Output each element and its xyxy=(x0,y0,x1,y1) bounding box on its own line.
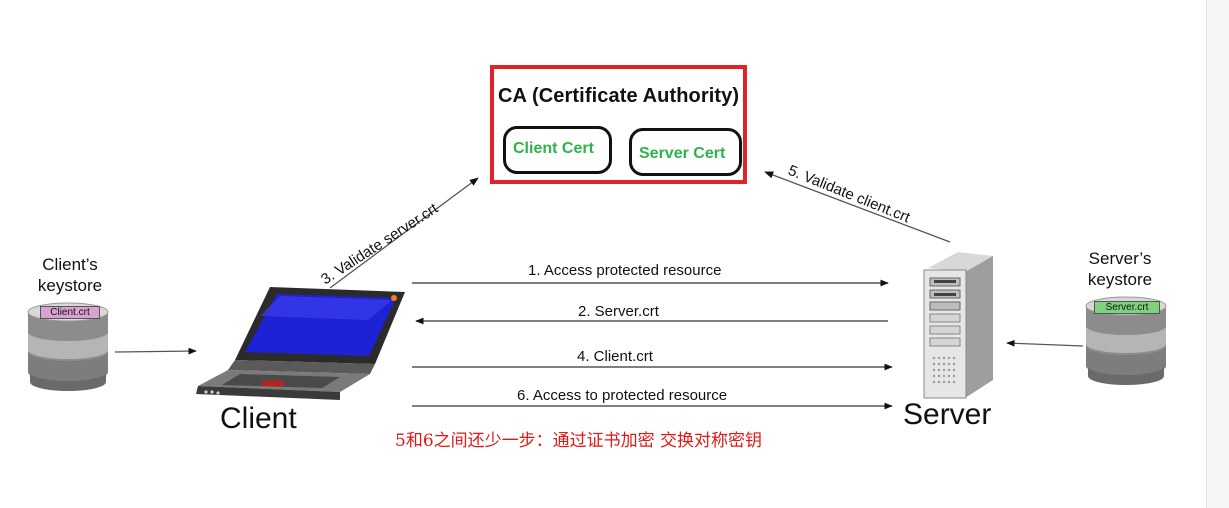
server-tower-icon xyxy=(923,252,993,399)
server-cert-box: Server Cert xyxy=(629,128,742,176)
server-cert-label: Server Cert xyxy=(639,145,726,162)
mtls-diagram: CA (Certificate Authority) Client Cert S… xyxy=(0,0,1229,508)
missing-step-note: 5和6之间还少一步：通过证书加密 交换对称密钥 xyxy=(395,431,763,451)
server-keystore-title: Server’s keystore xyxy=(1080,248,1160,290)
server-label: Server xyxy=(903,398,992,431)
client-keystore-title-line1: Client’s xyxy=(42,255,98,274)
client-keystore-title-line2: keystore xyxy=(37,276,103,295)
client-keystore-tag: Client.crt xyxy=(40,306,100,319)
arrow-server-keystore xyxy=(1006,339,1084,347)
step-6-label: 6. Access to protected resource xyxy=(517,387,728,404)
laptop-icon xyxy=(196,287,405,400)
arrow-client-keystore xyxy=(114,347,197,355)
certificate-authority-box: CA (Certificate Authority) Client Cert S… xyxy=(490,65,747,184)
step-2-label: 2. Server.crt xyxy=(578,303,659,320)
step-4-label: 4. Client.crt xyxy=(577,348,653,365)
client-cert-label: Client Cert xyxy=(513,140,594,157)
server-keystore-tag: Server.crt xyxy=(1094,301,1160,314)
client-cert-box: Client Cert xyxy=(503,126,612,174)
client-keystore-title: Client’s keystore xyxy=(30,254,110,296)
step-1-label: 1. Access protected resource xyxy=(528,262,722,279)
server-keystore-title-line1: Server’s xyxy=(1088,249,1152,268)
client-label: Client xyxy=(220,402,297,435)
server-keystore-title-line2: keystore xyxy=(1087,270,1153,289)
ca-title: CA (Certificate Authority) xyxy=(498,85,740,107)
